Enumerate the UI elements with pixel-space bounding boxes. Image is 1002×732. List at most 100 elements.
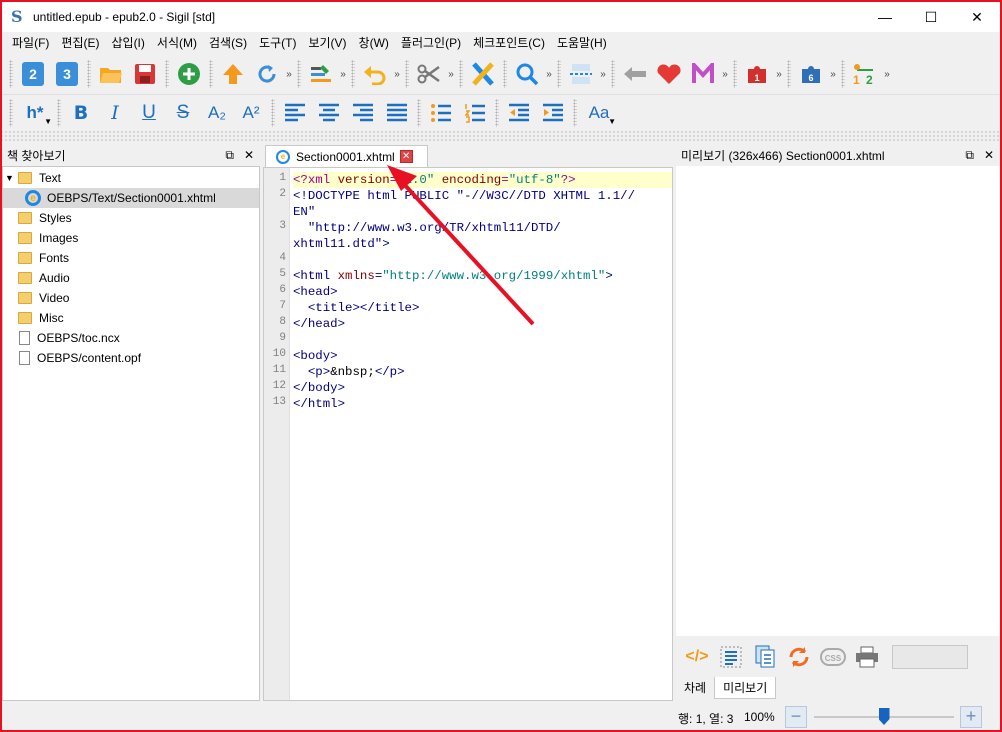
toolbar-grip[interactable]: [405, 60, 409, 88]
strikethrough-button[interactable]: S: [166, 97, 200, 129]
back-button[interactable]: [618, 58, 652, 90]
toolbar-extension-chevron-icon[interactable]: »: [720, 69, 730, 80]
zoom-slider-handle[interactable]: [878, 708, 890, 725]
toolbar-extension-chevron-icon[interactable]: »: [392, 69, 402, 80]
toolbar-grip[interactable]: [417, 98, 421, 127]
toolbar-extension-chevron-icon[interactable]: »: [882, 69, 892, 80]
reload-preview-button[interactable]: [782, 642, 816, 672]
tab-toc[interactable]: 차례: [676, 677, 714, 699]
toolbar-grip[interactable]: [9, 60, 13, 88]
close-button[interactable]: ✕: [954, 2, 1000, 32]
menu-help[interactable]: 도움말(H): [551, 32, 613, 54]
refresh-button[interactable]: [250, 58, 284, 90]
meta-editor-button[interactable]: [686, 58, 720, 90]
new-epub3-button[interactable]: 3: [50, 58, 84, 90]
increase-indent-button[interactable]: [536, 97, 570, 129]
cut-button[interactable]: [412, 58, 446, 90]
tree-item-images-folder[interactable]: Images: [3, 228, 259, 248]
bullet-list-button[interactable]: [424, 97, 458, 129]
maximize-button[interactable]: ☐: [908, 2, 954, 32]
toolbar-extension-chevron-icon[interactable]: »: [598, 69, 608, 80]
toolbar-grip[interactable]: [573, 98, 577, 127]
select-all-button[interactable]: [714, 642, 748, 672]
italic-button[interactable]: I: [98, 97, 132, 129]
heading-button[interactable]: h* ▼: [16, 97, 54, 129]
toolbar-grip[interactable]: [503, 60, 507, 88]
tree-item-audio-folder[interactable]: Audio: [3, 268, 259, 288]
tree-item-text-folder[interactable]: ▼ Text: [3, 168, 259, 188]
inspect-code-button[interactable]: </>: [680, 642, 714, 672]
toolbar-extension-chevron-icon[interactable]: »: [544, 69, 554, 80]
undo-button[interactable]: [358, 58, 392, 90]
mend-button[interactable]: [304, 58, 338, 90]
tree-item-fonts-folder[interactable]: Fonts: [3, 248, 259, 268]
close-tab-icon[interactable]: ✕: [399, 150, 413, 163]
float-panel-icon[interactable]: ⧉: [965, 148, 974, 163]
toolbar-grip[interactable]: [351, 60, 355, 88]
toolbar-grip[interactable]: [165, 60, 169, 88]
menu-plugins[interactable]: 플러그인(P): [395, 32, 467, 54]
underline-button[interactable]: U: [132, 97, 166, 129]
minimize-button[interactable]: —: [862, 2, 908, 32]
validate-button[interactable]: [466, 58, 500, 90]
tree-item-toc-ncx[interactable]: OEBPS/toc.ncx: [3, 328, 259, 348]
bold-button[interactable]: B: [64, 97, 98, 129]
find-replace-button[interactable]: [510, 58, 544, 90]
toolbar-grip[interactable]: [557, 60, 561, 88]
menu-view[interactable]: 보기(V): [302, 32, 352, 54]
menu-file[interactable]: 파일(F): [6, 32, 55, 54]
align-center-button[interactable]: [312, 97, 346, 129]
toolbar-grip[interactable]: [787, 60, 791, 88]
print-button[interactable]: [850, 642, 884, 672]
toolbar-extension-chevron-icon[interactable]: »: [284, 69, 294, 80]
toolbar-extension-chevron-icon[interactable]: »: [774, 69, 784, 80]
tab-section0001[interactable]: e Section0001.xhtml ✕: [265, 145, 428, 167]
preview-text-field[interactable]: [892, 645, 968, 669]
toggle-css-button[interactable]: CSS: [816, 642, 850, 672]
tree-item-section0001[interactable]: e OEBPS/Text/Section0001.xhtml: [3, 188, 259, 208]
plugin-6-button[interactable]: 6: [794, 58, 828, 90]
menu-window[interactable]: 창(W): [353, 32, 395, 54]
menu-search[interactable]: 검색(S): [203, 32, 253, 54]
align-left-button[interactable]: [278, 97, 312, 129]
toolbar-grip[interactable]: [495, 98, 499, 127]
zoom-in-button[interactable]: +: [960, 706, 982, 728]
toolbar-extension-chevron-icon[interactable]: »: [828, 69, 838, 80]
donate-button[interactable]: [652, 58, 686, 90]
close-panel-icon[interactable]: ✕: [244, 148, 254, 163]
tree-item-misc-folder[interactable]: Misc: [3, 308, 259, 328]
add-file-button[interactable]: [172, 58, 206, 90]
toolbar-grip[interactable]: [271, 98, 275, 127]
decrease-indent-button[interactable]: [502, 97, 536, 129]
menu-format[interactable]: 서식(M): [151, 32, 203, 54]
toolbar-grip[interactable]: [733, 60, 737, 88]
tree-item-styles-folder[interactable]: Styles: [3, 208, 259, 228]
move-up-button[interactable]: [216, 58, 250, 90]
align-right-button[interactable]: [346, 97, 380, 129]
toolbar-extension-chevron-icon[interactable]: »: [446, 69, 456, 80]
toolbar-extension-chevron-icon[interactable]: »: [338, 69, 348, 80]
copy-button[interactable]: [748, 642, 782, 672]
toolbar-grip[interactable]: [9, 98, 13, 127]
chevron-down-icon[interactable]: ▼: [5, 173, 15, 183]
justify-button[interactable]: [380, 97, 414, 129]
numbering-button[interactable]: 12: [848, 58, 882, 90]
toolbar-grip[interactable]: [841, 60, 845, 88]
menu-insert[interactable]: 삽입(I): [105, 32, 150, 54]
toolbar-grip[interactable]: [57, 98, 61, 127]
preview-view[interactable]: [676, 166, 1000, 636]
zoom-slider[interactable]: [814, 708, 954, 725]
plugin-1-button[interactable]: 1: [740, 58, 774, 90]
code-editor[interactable]: 1 2 3 4 5 6 7 8 9 10 11 12 13 <?xml vers…: [263, 167, 673, 701]
menu-tools[interactable]: 도구(T): [253, 32, 302, 54]
toolbar-grip[interactable]: [459, 60, 463, 88]
split-button[interactable]: [564, 58, 598, 90]
new-epub2-button[interactable]: 2: [16, 58, 50, 90]
close-panel-icon[interactable]: ✕: [984, 148, 994, 163]
toolbar-grip[interactable]: [87, 60, 91, 88]
superscript-button[interactable]: A²: [234, 97, 268, 129]
toolbar-grip[interactable]: [297, 60, 301, 88]
float-panel-icon[interactable]: ⧉: [225, 148, 234, 163]
text-case-button[interactable]: Aa ▼: [580, 97, 618, 129]
tree-item-video-folder[interactable]: Video: [3, 288, 259, 308]
